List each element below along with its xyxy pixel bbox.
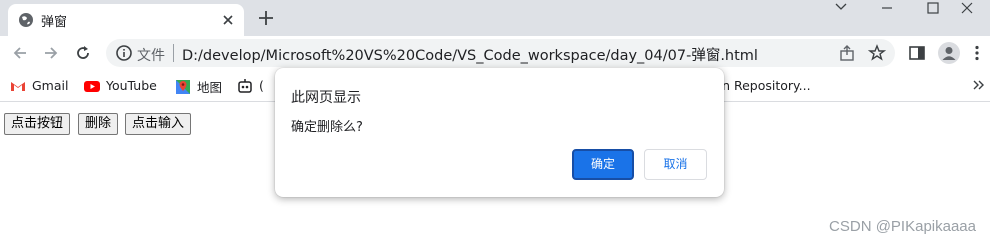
tab-search-chevron-icon[interactable]: [818, 0, 864, 16]
bookmark-gmail[interactable]: Gmail: [10, 77, 68, 95]
address-bar[interactable]: 文件 D:/develop/Microsoft%20VS%20Code/VS_C…: [106, 39, 895, 67]
profile-avatar[interactable]: [938, 42, 960, 64]
robot-icon: [238, 78, 252, 93]
side-panel-icon[interactable]: [908, 44, 926, 62]
dialog-title: 此网页显示: [291, 90, 361, 106]
window-close-icon[interactable]: [944, 0, 990, 16]
tab-active[interactable]: 弹窗: [8, 4, 244, 36]
bookmark-robot[interactable]: (: [237, 77, 264, 95]
toolbar: 文件 D:/develop/Microsoft%20VS%20Code/VS_C…: [0, 36, 990, 70]
omnibox-separator: [173, 44, 174, 62]
globe-icon: [19, 13, 33, 27]
dialog-message: 确定删除么?: [291, 120, 363, 135]
info-icon[interactable]: [115, 44, 133, 62]
bookmark-star-icon[interactable]: [868, 44, 886, 62]
confirm-dialog: 此网页显示 确定删除么? 确定 取消: [275, 68, 724, 197]
click-button[interactable]: 点击按钮: [4, 113, 71, 135]
forward-icon[interactable]: [42, 44, 60, 62]
youtube-icon: [84, 80, 100, 92]
maps-icon: [176, 79, 190, 94]
tab-strip: 弹窗: [0, 0, 990, 36]
scheme-label: 文件: [137, 48, 165, 64]
watermark: CSDN @PIKapikaaaa: [829, 218, 976, 235]
click-input-button[interactable]: 点击输入: [125, 113, 192, 135]
url-text[interactable]: D:/develop/Microsoft%20VS%20Code/VS_Code…: [182, 44, 758, 65]
bookmark-youtube[interactable]: YouTube: [84, 77, 157, 95]
dialog-ok-button[interactable]: 确定: [572, 149, 634, 180]
minimize-icon[interactable]: [864, 0, 910, 16]
gmail-icon: [11, 81, 25, 91]
bookmark-maps[interactable]: 地图: [175, 77, 222, 95]
share-icon[interactable]: [838, 44, 856, 62]
tab-title: 弹窗: [41, 15, 68, 30]
close-tab-icon[interactable]: [220, 12, 236, 28]
new-tab-icon[interactable]: [257, 9, 275, 27]
back-icon[interactable]: [11, 44, 29, 62]
menu-kebab-icon[interactable]: [968, 44, 986, 62]
bookmarks-overflow-chevron-icon[interactable]: [972, 78, 986, 92]
reload-icon[interactable]: [74, 44, 92, 62]
dialog-cancel-button[interactable]: 取消: [644, 149, 707, 180]
delete-button[interactable]: 删除: [78, 113, 119, 135]
profile-icon: [942, 47, 956, 60]
